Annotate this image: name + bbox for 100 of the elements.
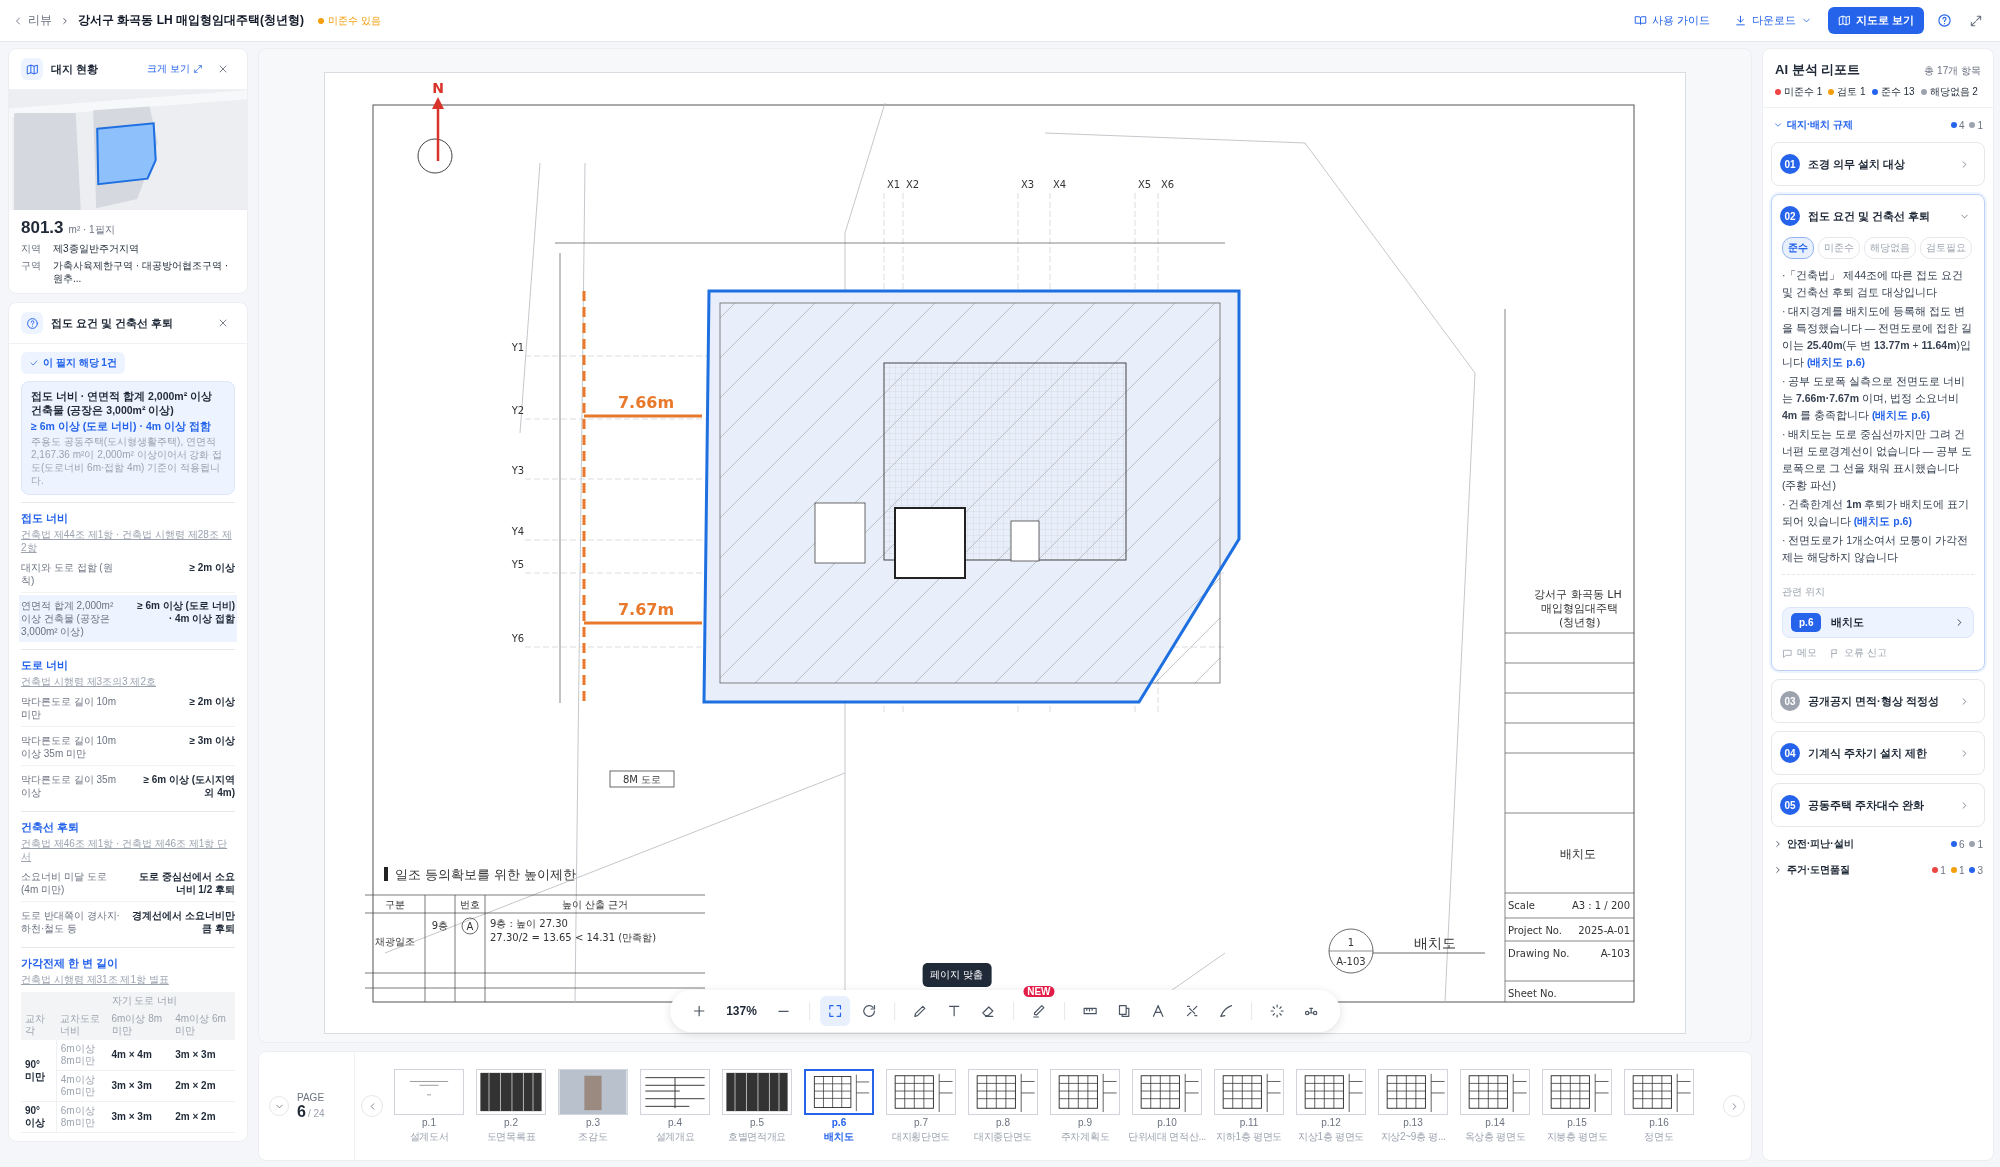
grid-label: Y1 (511, 342, 525, 353)
page-thumbnail[interactable]: p.9 주차계획도 (1045, 1068, 1125, 1144)
page-thumbnail[interactable]: p.6 배치도 (799, 1068, 879, 1144)
page-thumbnail[interactable]: p.11 지하1층 평면도 (1209, 1068, 1289, 1144)
page-thumbnail[interactable]: p.4 설계개요 (635, 1068, 715, 1144)
dimension-label: 7.66m (617, 393, 675, 412)
page-preview-drawing (1132, 1068, 1202, 1115)
back-link[interactable]: 리뷰 (12, 12, 52, 29)
page-number: p.11 (1239, 1116, 1259, 1128)
map-view-button[interactable]: 지도로 보기 (1827, 7, 1924, 34)
page-number: p.15 (1567, 1116, 1587, 1128)
table-cell: 4m이상 6m미만 (56, 1070, 108, 1102)
table-header: 6m이상 8m미만 (107, 1010, 172, 1040)
table-cell: 2m × 2m (171, 1101, 235, 1133)
finding-text: · 건축한계선 1m 후퇴가 배치도에 표기되어 있습니다 (배치도 p.6) (1782, 497, 1971, 529)
page-thumbnail[interactable]: p.10 단위세대 면적산... (1127, 1068, 1207, 1144)
page-thumbnail[interactable]: p.2 도면목록표 (471, 1068, 551, 1144)
help-icon (1936, 13, 1952, 28)
field-value: 가축사육제한구역 · 대공방어협조구역 · 원추... (53, 259, 229, 285)
page-link[interactable]: (배치도 p.6) (1853, 515, 1912, 527)
page-thumbnail[interactable]: p.8 대지종단면도 (963, 1068, 1043, 1144)
filter-chip[interactable]: 검토필요 (1920, 237, 1972, 259)
marker-icon (1030, 1003, 1047, 1019)
grid-label: X5 (1138, 179, 1152, 190)
table-cell: 6m이상 8m미만 (56, 1101, 108, 1133)
page-title: 호별면적개요 (727, 1129, 787, 1144)
page-thumbnail[interactable]: p.3 조감도 (553, 1068, 633, 1144)
filter-chip[interactable]: 준수 (1782, 237, 1814, 259)
memo-button[interactable]: 메모 (1782, 646, 1817, 660)
law-reference-link[interactable]: 건축법 시행령 제3조의3 제2호 (21, 675, 235, 688)
photo-placeholder (558, 1068, 628, 1115)
page-number: p.7 (914, 1116, 928, 1128)
grid-label: X1 (887, 179, 901, 190)
page-tag: p.6 (1791, 613, 1822, 632)
law-reference-link[interactable]: 건축법 제44조 제1항 · 건축법 시행령 제28조 제2항 (21, 528, 235, 554)
law-reference-link[interactable]: 건축법 제46조 제1항 · 건축법 제46조 제1항 단서 (21, 837, 235, 863)
table-cell: 3m × 3m (107, 1070, 172, 1102)
download-button[interactable]: 다운로드 (1725, 8, 1820, 33)
category-header[interactable]: 주거·도면품질 1 1 3 (1771, 861, 1985, 879)
rule-title: 조경 의무 설치 대상 (1808, 156, 1907, 172)
page-thumbnail[interactable]: p.5 호별면적개요 (717, 1068, 797, 1144)
match-badge: 이 필지 해당 1건 (21, 352, 125, 374)
grid-label: X6 (1161, 179, 1175, 190)
current-page: 6 (297, 1102, 306, 1121)
law-reference-link[interactable]: 건축법 시행령 제31조 제1항 별표 (21, 973, 235, 986)
page-link[interactable]: (배치도 p.6) (1806, 356, 1865, 368)
page-title: 설계개요 (655, 1129, 695, 1144)
page-number: p.5 (750, 1116, 764, 1128)
page-number: p.8 (996, 1116, 1010, 1128)
title-marker (384, 867, 388, 881)
page-thumbnail[interactable]: p.14 옥상층 평면도 (1455, 1068, 1535, 1144)
page-thumbnail[interactable]: p.13 지상2~9층 평... (1373, 1068, 1453, 1144)
zoom-level: 137% (725, 1004, 758, 1018)
page-link[interactable]: (배치도 p.6) (1871, 409, 1931, 421)
page-thumbnail[interactable]: p.7 대지횡단면도 (881, 1068, 961, 1144)
section-title: 도로 너비 (21, 658, 70, 673)
page-number: p.10 (1157, 1116, 1177, 1128)
page-number: p.12 (1321, 1116, 1341, 1128)
callout-number: 1 (1347, 937, 1355, 948)
legend-label: 해당없음 2 (1929, 85, 1978, 99)
table-cell: 3m × 3m (107, 1101, 172, 1133)
finding-text: ·「건축법」 제44조에 따른 접도 요건 및 건축선 후퇴 검토 대상입니다 (1782, 268, 1964, 300)
rule-title: 공동주택 주차대수 완화 (1808, 797, 1926, 813)
expand-link[interactable]: 크게 보기 (147, 62, 203, 76)
filter-chip[interactable]: 해당없음 (1864, 237, 1916, 259)
section-title: 가각전제 한 변 길이 (21, 956, 120, 971)
item-count: 총 17개 항목 (1924, 64, 1981, 78)
filter-chip[interactable]: 미준수 (1818, 237, 1860, 259)
close-icon (217, 317, 229, 329)
page-title: 대지횡단면도 (891, 1129, 951, 1144)
table-header: 높이 산출 근거 (561, 899, 629, 910)
criteria-value: ≥ 6m 이상 (도시지역 외 4m) (142, 773, 235, 799)
page-thumbnail[interactable]: p.16 정면도 (1619, 1068, 1699, 1144)
guide-link[interactable]: 사용 가이드 (1625, 8, 1718, 33)
finding-text: · 공부 도로폭 실측으로 전면도로 너비는 7.66m·7.67m 이며, 법정 소요너비 4m 를 충족합니다 (배치도 p.6) (1782, 374, 1967, 423)
room-outline (814, 502, 866, 564)
number-badge: 03 (1780, 691, 1800, 711)
related-page-button[interactable]: p.6 배치도 (1782, 607, 1974, 638)
page-title: 지상2~9층 평... (1380, 1129, 1446, 1144)
category-header[interactable]: 대지·배치 규제 4 1 (1771, 116, 1985, 134)
page-preview-drawing (722, 1068, 792, 1115)
criteria-label: 연면적 합계 2,000m² 이상 건축물 (공장은 3,000m² 이상) (21, 599, 115, 638)
table-title: 일조 등의확보를 위한 높이제한 (395, 867, 577, 882)
page-thumbnail[interactable]: p.1 설계도서 (389, 1068, 469, 1144)
page-title: 지붕층 평면도 (1546, 1129, 1608, 1144)
circle-mark (461, 917, 479, 935)
rule-title: 공개공지 면적·형상 적정성 (1808, 693, 1940, 709)
table-cell: 6m이상 8m미만 (56, 1040, 108, 1071)
page-title: 조감도 (578, 1129, 608, 1144)
project-name: 강서구 화곡동 LH 매입형임대주택 (청년형) (1534, 588, 1622, 629)
table-header: 구분 (385, 899, 405, 910)
page-thumbnail[interactable]: p.15 지붕층 평면도 (1537, 1068, 1617, 1144)
page-thumbnail[interactable]: p.12 지상1층 평면도 (1291, 1068, 1371, 1144)
legend-label: 준수 13 (1880, 85, 1915, 99)
site-area: 801.3 (21, 218, 64, 238)
category-header[interactable]: 안전·피난·설비 6 1 (1771, 835, 1985, 853)
grid-label: Y3 (511, 465, 525, 476)
report-error-button[interactable]: 오류 신고 (1829, 646, 1887, 660)
page-preview-drawing (886, 1068, 956, 1115)
fit-page-button[interactable] (819, 996, 850, 1026)
